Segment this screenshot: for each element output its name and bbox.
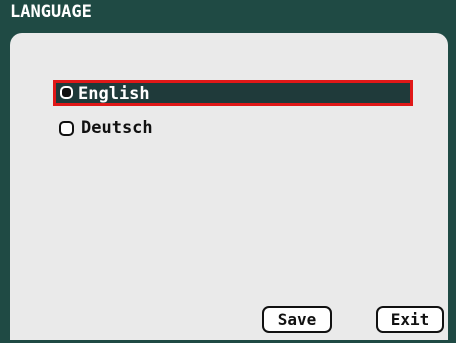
language-option-label: Deutsch xyxy=(81,118,153,138)
radio-unselected-icon[interactable] xyxy=(59,121,74,136)
language-option-label: English xyxy=(78,84,150,104)
language-option-deutsch[interactable]: Deutsch xyxy=(53,115,413,141)
radio-selected-icon[interactable] xyxy=(60,86,73,99)
save-button[interactable]: Save xyxy=(262,306,332,333)
title-bar: LANGUAGE xyxy=(0,0,456,25)
language-panel: English Deutsch Save Exit xyxy=(10,33,448,340)
window-title: LANGUAGE xyxy=(10,2,92,22)
exit-button[interactable]: Exit xyxy=(376,306,444,333)
language-option-english[interactable]: English xyxy=(53,80,413,106)
language-screen: LANGUAGE English Deutsch Save Exit xyxy=(0,0,456,343)
